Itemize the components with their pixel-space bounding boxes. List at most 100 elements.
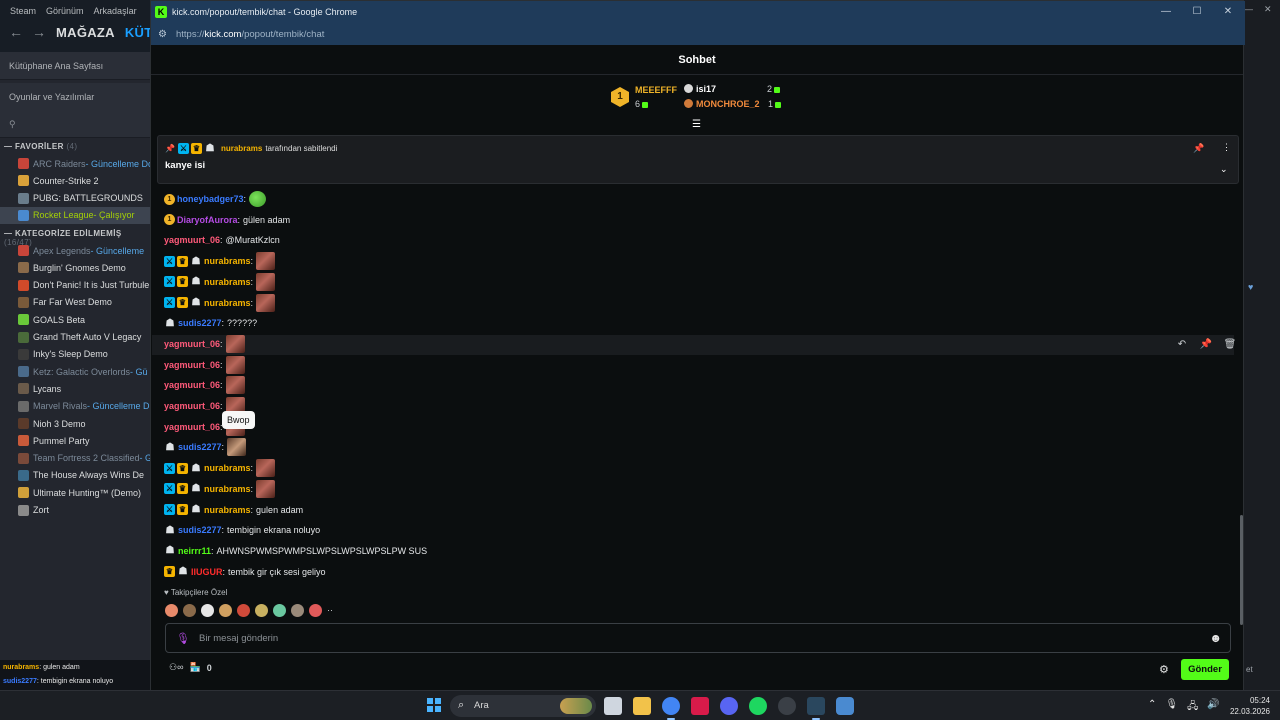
chat-username[interactable]: yagmuurt_06 — [164, 235, 220, 245]
emote-image[interactable] — [225, 334, 245, 353]
game-row[interactable]: Rocket League - Çalışıyor — [0, 206, 150, 224]
emote-option[interactable] — [219, 603, 232, 617]
game-row[interactable]: GOALS Beta — [0, 311, 150, 328]
game-row[interactable]: The House Always Wins De — [0, 467, 150, 484]
taskbar-search[interactable]: ⌕ Ara — [450, 695, 596, 717]
chat-username[interactable]: yagmuurt_06 — [164, 422, 220, 432]
emote-image[interactable] — [256, 293, 276, 312]
send-button[interactable]: Gönder — [1181, 659, 1229, 680]
chat-message[interactable]: 1 honeybadger73: — [164, 189, 267, 209]
chat-username[interactable]: sudis2277 — [178, 442, 222, 452]
chat-message[interactable]: ⚔ ♛ ☗ nurabrams: — [164, 272, 276, 292]
game-row[interactable]: PUBG: BATTLEGROUNDS — [0, 190, 150, 207]
windows-start-icon[interactable] — [427, 698, 441, 712]
chevron-down-icon[interactable]: ⌄ — [1220, 164, 1228, 175]
chat-scrollbar[interactable] — [1240, 515, 1243, 625]
chat-username[interactable]: nurabrams — [204, 463, 251, 473]
emote-option[interactable] — [201, 603, 214, 617]
pinned-message[interactable]: 📌 ⚔ ♛ ☗ nurabrams tarafından sabitlendi … — [157, 135, 1239, 184]
game-row[interactable]: Team Fortress 2 Classified - G — [0, 450, 150, 467]
chat-username[interactable]: nurabrams — [204, 505, 251, 515]
valorant-icon[interactable] — [691, 697, 709, 715]
menu-steam[interactable]: Steam — [10, 6, 36, 16]
maximize-icon[interactable]: ☐ — [1182, 1, 1212, 23]
game-row[interactable]: Zort — [0, 502, 150, 519]
game-row[interactable]: Don't Panic! It is Just Turbule — [0, 277, 150, 294]
collapse-leaderboard-icon[interactable]: ☰ — [692, 119, 701, 130]
store-icon[interactable]: 🏪 — [189, 662, 200, 673]
chat-username[interactable]: nurabrams — [204, 484, 251, 494]
emote-option[interactable] — [237, 603, 250, 617]
chat-username[interactable]: yagmuurt_06 — [164, 360, 220, 370]
chat-message[interactable]: ☗ sudis2277: tembigin ekrana noluyo — [164, 520, 321, 540]
chat-message[interactable]: ☗ sudis2277: — [164, 437, 247, 457]
file-explorer-icon[interactable] — [633, 697, 651, 715]
emote-option[interactable] — [255, 603, 268, 617]
points-icon[interactable]: ⚇∞ — [169, 662, 183, 673]
library-home[interactable]: Kütüphane Ana Sayfası — [0, 52, 150, 80]
game-row[interactable]: Counter-Strike 2 — [0, 172, 150, 189]
emoji-icon[interactable]: ☻ — [1209, 631, 1222, 645]
game-row[interactable]: Marvel Rivals - Güncelleme D — [0, 398, 150, 415]
chat-username[interactable]: sudis2277 — [178, 318, 222, 328]
obs-icon[interactable] — [778, 697, 796, 715]
address-bar[interactable]: ⚙ https://kick.com/popout/tembik/chat — [151, 23, 1245, 45]
back-arrow-icon[interactable]: ← — [9, 24, 23, 40]
window-minimize-icon[interactable]: — — [1244, 4, 1253, 14]
spotify-icon[interactable] — [749, 697, 767, 715]
network-icon[interactable]: 🖧 — [1187, 699, 1198, 716]
game-row[interactable]: ARC Raiders - Güncelleme Do — [0, 155, 150, 172]
window-close-icon[interactable]: ✕ — [1264, 4, 1272, 15]
game-row[interactable]: Ketz: Galactic Overlords - Gü — [0, 363, 150, 380]
chat-message[interactable]: ♛ ☗ IIUGUR: tembik gir çık sesi geliyo — [164, 562, 326, 582]
game-row[interactable]: Inky's Sleep Demo — [0, 346, 150, 363]
chat-username[interactable]: DiaryofAurora — [177, 215, 238, 225]
minimize-icon[interactable]: — — [1151, 1, 1181, 23]
game-row[interactable]: Nioh 3 Demo — [0, 415, 150, 432]
url-text[interactable]: https://kick.com/popout/tembik/chat — [176, 29, 324, 40]
emote-option[interactable] — [309, 603, 322, 617]
emote-image[interactable] — [256, 272, 276, 291]
gift-leaderboard[interactable]: 1 MEEEFFF 6 isi17 2 MONCHROE_2 1 — [611, 81, 791, 121]
discord-icon[interactable] — [720, 697, 738, 715]
pinned-by-user[interactable]: nurabrams — [221, 144, 262, 153]
close-icon[interactable]: ✕ — [1213, 1, 1243, 23]
menu-view[interactable]: Görünüm — [46, 6, 84, 16]
site-settings-icon[interactable]: ⚙ — [158, 29, 172, 40]
chat-username[interactable]: nurabrams — [204, 277, 251, 287]
game-row[interactable]: Burglin' Gnomes Demo — [0, 259, 150, 276]
microphone-icon[interactable]: 🎙 — [176, 632, 190, 645]
chat-message-input[interactable]: 🎙 Bir mesaj gönderin ☻ — [165, 623, 1231, 653]
chat-message[interactable]: yagmuurt_06: — [164, 375, 245, 395]
game-row[interactable]: Apex Legends - Güncelleme — [0, 242, 150, 259]
taskbar-clock[interactable]: 05:24 22.03.2026 — [1222, 695, 1270, 717]
chrome-icon[interactable] — [662, 697, 680, 720]
chat-message[interactable]: ⚔ ♛ ☗ nurabrams: — [164, 293, 276, 313]
chat-message[interactable]: ⚔ ♛ ☗ nurabrams: gulen adam — [164, 500, 303, 520]
chat-username[interactable]: IIUGUR — [191, 567, 223, 577]
chat-username[interactable]: sudis2277 — [178, 525, 222, 535]
chat-username[interactable]: neirrr11 — [178, 546, 211, 556]
game-row[interactable]: Far Far West Demo — [0, 294, 150, 311]
chat-message[interactable]: 1 DiaryofAurora: gülen adam — [164, 210, 290, 230]
emote-image[interactable] — [256, 459, 276, 478]
emote-image[interactable] — [225, 376, 245, 395]
games-software-filter[interactable]: Oyunlar ve Yazılımlar — [0, 83, 150, 111]
chat-message[interactable]: ☗ sudis2277:?????? — [164, 313, 258, 333]
emote-option[interactable] — [273, 603, 286, 617]
emote-option[interactable] — [165, 603, 178, 617]
volume-icon[interactable]: 🔊 — [1207, 699, 1219, 716]
chat-username[interactable]: yagmuurt_06 — [164, 380, 220, 390]
emote-image[interactable] — [256, 252, 276, 271]
emote-option[interactable] — [291, 603, 304, 617]
settings-gear-icon[interactable]: ⚙ — [1159, 663, 1169, 676]
nav-store[interactable]: MAĞAZA — [56, 25, 115, 40]
chat-message[interactable]: ⚔ ♛ ☗ nurabrams: — [164, 458, 276, 478]
chat-username[interactable]: honeybadger73 — [177, 194, 244, 204]
chat-message[interactable]: ☗ neirrr11: AHWNSPWMSPWMPSLWPSLWPSLWPSLPW … — [164, 541, 428, 561]
game-row[interactable]: Ultimate Hunting™ (Demo) — [0, 484, 150, 501]
chevron-up-icon[interactable]: ⌃ — [1148, 699, 1156, 716]
chat-username[interactable]: yagmuurt_06 — [164, 339, 220, 349]
emote-image[interactable] — [256, 479, 276, 498]
game-row[interactable]: Lycans — [0, 380, 150, 397]
